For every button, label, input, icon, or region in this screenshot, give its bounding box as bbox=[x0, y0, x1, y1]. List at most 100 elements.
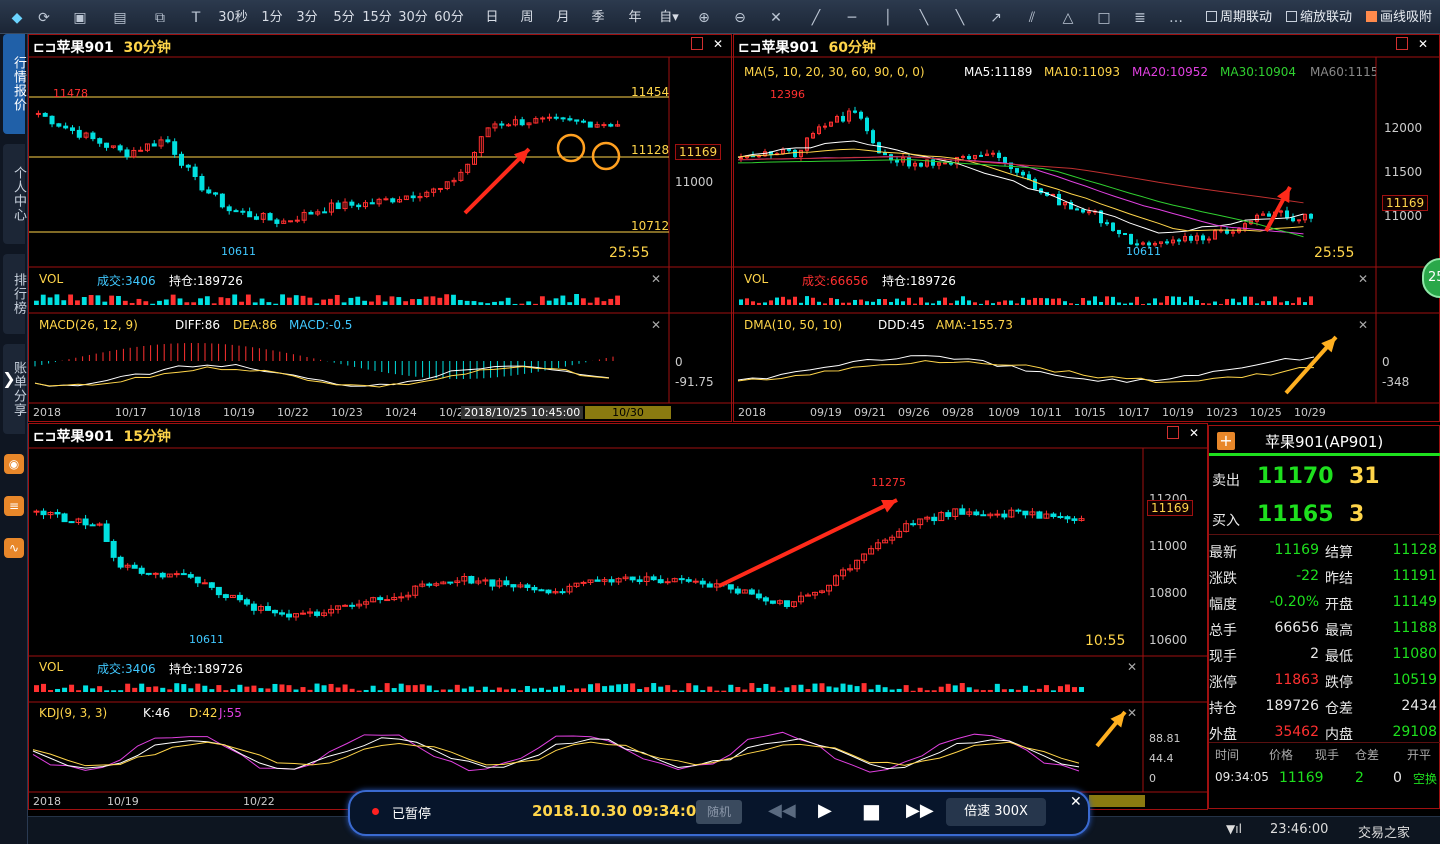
line-tool-icon[interactable]: ╱ bbox=[806, 8, 826, 28]
toolbar-checkbox[interactable]: 画线吸附 bbox=[1366, 8, 1432, 28]
random-button[interactable]: 随机 bbox=[696, 800, 742, 824]
period-button[interactable]: 1分 bbox=[257, 8, 287, 28]
volume-bar bbox=[588, 684, 594, 692]
chart-30min[interactable]: ⊏⊐苹果901 30分钟 ✕ 11454 11128 10712 11000 1… bbox=[28, 34, 733, 422]
clipboard-icon[interactable]: ▤ bbox=[110, 8, 130, 28]
macd-indicator-name[interactable]: MACD(26, 12, 9) bbox=[39, 318, 138, 332]
high-mark: 12396 bbox=[770, 88, 805, 101]
close-icon[interactable]: ✕ bbox=[1127, 660, 1137, 674]
volume-bar bbox=[959, 683, 965, 692]
period-button[interactable]: 自▾ bbox=[654, 8, 684, 28]
fast-forward-icon[interactable]: ▶▶ bbox=[906, 800, 934, 821]
segment-tool-icon[interactable]: ╲ bbox=[950, 8, 970, 28]
toolbar-checkbox[interactable]: 缩放联动 bbox=[1286, 8, 1352, 28]
close-icon[interactable]: ✕ bbox=[1070, 794, 1082, 810]
volume-bar bbox=[433, 690, 439, 692]
close-icon[interactable]: ✕ bbox=[1418, 37, 1428, 51]
rect-tool-icon[interactable]: □ bbox=[1094, 8, 1114, 28]
triangle-tool-icon[interactable]: △ bbox=[1058, 8, 1078, 28]
period-button[interactable]: 日 bbox=[477, 8, 507, 28]
ask-row[interactable]: 卖出 11170 31 bbox=[1209, 462, 1440, 494]
kdj-indicator-name[interactable]: KDJ(9, 3, 3) bbox=[39, 706, 107, 720]
volume-bar bbox=[321, 299, 326, 305]
close-icon[interactable]: ✕ bbox=[1127, 706, 1137, 720]
candle bbox=[883, 152, 887, 156]
vol-indicator-name[interactable]: VOL bbox=[39, 660, 63, 674]
crosshair-icon[interactable]: ✕ bbox=[766, 8, 786, 28]
maximize-button[interactable] bbox=[1167, 426, 1179, 439]
toolbar-checkbox[interactable]: 周期联动 bbox=[1206, 8, 1272, 28]
pulse-icon[interactable]: ∿ bbox=[4, 538, 24, 558]
hline-tool-icon[interactable]: ─ bbox=[842, 8, 862, 28]
period-button[interactable]: 季 bbox=[583, 8, 613, 28]
period-button[interactable]: 60分 bbox=[434, 8, 464, 28]
volume-bar bbox=[601, 301, 607, 305]
volume-bar bbox=[1063, 301, 1067, 305]
zoom-in-icon[interactable]: ⊕ bbox=[694, 8, 714, 28]
period-button[interactable]: 月 bbox=[548, 8, 578, 28]
candle bbox=[919, 162, 923, 167]
close-icon[interactable]: ✕ bbox=[713, 37, 723, 51]
close-icon[interactable]: ✕ bbox=[651, 272, 661, 286]
candle bbox=[349, 201, 355, 206]
fib-tool-icon[interactable]: ≣ bbox=[1130, 8, 1150, 28]
volume-bar bbox=[157, 300, 162, 305]
volume-bar bbox=[791, 685, 797, 692]
axis-label: 11500 bbox=[1384, 165, 1423, 179]
candle bbox=[567, 118, 573, 121]
period-button[interactable]: 周 bbox=[512, 8, 542, 28]
close-icon[interactable]: ✕ bbox=[1358, 272, 1368, 286]
maximize-button[interactable] bbox=[691, 37, 703, 50]
zoom-out-icon[interactable]: ⊖ bbox=[730, 8, 750, 28]
oi-value: 持仓:189726 bbox=[169, 274, 243, 288]
close-icon[interactable]: ✕ bbox=[1358, 318, 1368, 332]
vol-indicator-name[interactable]: VOL bbox=[744, 272, 768, 286]
date-label: 10/18 bbox=[169, 406, 201, 419]
speed-button[interactable]: 倍速 300X bbox=[946, 798, 1046, 826]
ray-tool-icon[interactable]: ╲ bbox=[914, 8, 934, 28]
stop-icon[interactable]: ■ bbox=[862, 799, 881, 823]
sidebar-tab-ranking[interactable]: 排行榜 bbox=[3, 254, 26, 334]
document-icon[interactable]: ≡ bbox=[4, 496, 24, 516]
close-icon[interactable]: ✕ bbox=[651, 318, 661, 332]
ma-indicator-name[interactable]: MA(5, 10, 20, 30, 60, 90, 0, 0) bbox=[744, 65, 925, 79]
stat-label: 最低 bbox=[1325, 649, 1353, 665]
period-button[interactable]: 30分 bbox=[398, 8, 428, 28]
chart-icon[interactable]: ⧉ bbox=[150, 8, 170, 28]
expand-chevron-icon[interactable]: ❯ bbox=[0, 364, 18, 394]
dma-indicator-name[interactable]: DMA(10, 50, 10) bbox=[744, 318, 842, 332]
close-icon[interactable]: ✕ bbox=[1189, 426, 1199, 440]
chart-60min[interactable]: ⊏⊐苹果901 60分钟 ✕ MA(5, 10, 20, 30, 60, 90,… bbox=[733, 34, 1440, 422]
volume-bar bbox=[793, 296, 797, 305]
add-watchlist-icon[interactable]: + bbox=[1217, 432, 1235, 450]
volume-bar bbox=[1078, 687, 1084, 692]
volume-bar bbox=[913, 303, 917, 305]
candle bbox=[194, 576, 201, 584]
text-tool-icon[interactable]: T bbox=[186, 8, 206, 28]
arrow-tool-icon[interactable]: ↗ bbox=[986, 8, 1006, 28]
replay-icon[interactable]: ◉ bbox=[4, 454, 24, 474]
refresh-icon[interactable]: ⟳ bbox=[34, 8, 54, 28]
rewind-icon[interactable]: ◀◀ bbox=[768, 800, 796, 821]
bid-row[interactable]: 买入 11165 3 bbox=[1209, 500, 1440, 532]
maximize-button[interactable] bbox=[1396, 37, 1408, 50]
chart-15min[interactable]: ⊏⊐苹果901 15分钟 ✕ 11200 11000 10800 10600 1… bbox=[28, 423, 1209, 810]
period-button[interactable]: 年 bbox=[620, 8, 650, 28]
more-icon[interactable]: … bbox=[1166, 8, 1186, 28]
stat-value: 11863 bbox=[1274, 672, 1319, 688]
period-button[interactable]: 15分 bbox=[362, 8, 392, 28]
play-icon[interactable]: ▶ bbox=[818, 800, 832, 821]
save-icon[interactable]: ▣ bbox=[70, 8, 90, 28]
volume-bar bbox=[931, 690, 937, 692]
vol-indicator-name[interactable]: VOL bbox=[39, 272, 63, 286]
volume-bar bbox=[478, 302, 484, 305]
scroll-range[interactable]: 10/30 bbox=[585, 406, 671, 419]
parallel-tool-icon[interactable]: ⫽ bbox=[1022, 8, 1042, 28]
period-button[interactable]: 30秒 bbox=[218, 8, 248, 28]
sidebar-tab-profile[interactable]: 个人中心 bbox=[3, 144, 26, 244]
vline-tool-icon[interactable]: │ bbox=[878, 8, 898, 28]
volume-bar bbox=[1153, 298, 1157, 305]
sidebar-tab-quotes[interactable]: 行情报价 bbox=[3, 34, 26, 134]
period-button[interactable]: 3分 bbox=[292, 8, 322, 28]
period-button[interactable]: 5分 bbox=[329, 8, 359, 28]
